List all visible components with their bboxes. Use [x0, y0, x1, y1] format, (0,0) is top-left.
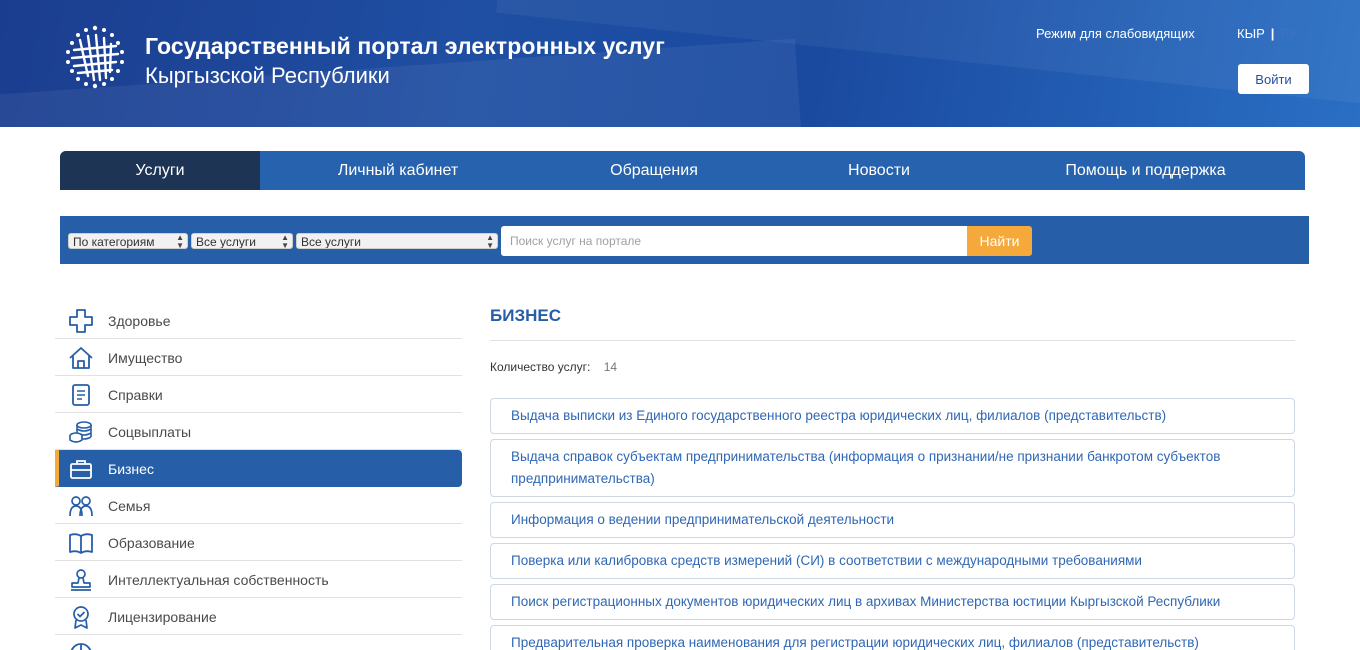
portal-logo-icon[interactable] — [58, 20, 132, 94]
sidebar-item-intellectual-property[interactable]: Интеллектуальная собственность — [55, 561, 462, 598]
stamp-icon — [68, 567, 94, 593]
portal-subtitle: Кыргызской Республики — [145, 63, 390, 88]
lang-separator: | — [1270, 26, 1275, 41]
search-bar: По категориям ▲ ▼ Все услуги ▲ ▼ Все услуг… — [60, 216, 1309, 264]
select-arrows-icon: ▲ ▼ — [281, 233, 289, 249]
award-icon — [68, 604, 94, 630]
nav-item-news[interactable]: Новости — [772, 151, 986, 190]
service-item[interactable]: Поверка или калибровка средств измерений… — [490, 543, 1295, 579]
family-icon — [68, 493, 94, 519]
nav-item-help[interactable]: Помощь и поддержка — [986, 151, 1305, 190]
service-list-select[interactable]: Все услуги ▲ ▼ — [296, 233, 498, 249]
chart-pie-icon — [68, 641, 94, 650]
sidebar-item-label: Имущество — [108, 350, 183, 366]
service-list-value: Все услуги — [301, 235, 361, 249]
select-arrows-icon: ▲ ▼ — [176, 233, 184, 249]
sidebar-item-more[interactable] — [55, 635, 462, 650]
sidebar-item-label: Здоровье — [108, 313, 171, 329]
service-item[interactable]: Выдача справок субъектам предприниматель… — [490, 439, 1295, 497]
main-content: БИЗНЕС Количество услуг: 14 Выдача выпис… — [490, 302, 1295, 650]
sidebar-item-social-payments[interactable]: Соцвыплаты — [55, 413, 462, 450]
lang-ru-link[interactable]: РУ — [1280, 26, 1297, 41]
coins-icon — [68, 419, 94, 445]
language-switcher: КЫР | РУ — [1237, 26, 1297, 41]
sidebar-item-label: Бизнес — [108, 461, 154, 477]
services-count: Количество услуг: 14 — [490, 360, 1295, 374]
sidebar-item-label: Образование — [108, 535, 195, 551]
nav-item-cabinet[interactable]: Личный кабинет — [260, 151, 536, 190]
sidebar-item-label: Семья — [108, 498, 151, 514]
sidebar-item-certificates[interactable]: Справки — [55, 376, 462, 413]
briefcase-icon — [68, 456, 94, 482]
lang-ky-link[interactable]: КЫР — [1237, 26, 1265, 41]
nav-item-services[interactable]: Услуги — [60, 151, 260, 190]
main-nav: Услуги Личный кабинет Обращения Новости … — [60, 151, 1305, 190]
accessibility-mode-link[interactable]: Режим для слабовидящих — [1036, 26, 1195, 41]
sidebar-item-business[interactable]: Бизнес — [55, 450, 462, 487]
sidebar-item-label: Интеллектуальная собственность — [108, 572, 329, 588]
book-icon — [68, 530, 94, 556]
sidebar-item-licensing[interactable]: Лицензирование — [55, 598, 462, 635]
select-arrows-icon: ▲ ▼ — [486, 233, 494, 249]
section-title: БИЗНЕС — [490, 302, 1295, 341]
sidebar-item-label: Справки — [108, 387, 163, 403]
portal-title: Государственный портал электронных услуг — [145, 33, 665, 59]
category-filter-select[interactable]: По категориям ▲ ▼ — [68, 233, 188, 249]
sidebar-item-health[interactable]: Здоровье — [55, 302, 462, 339]
category-filter-value: По категориям — [73, 235, 155, 249]
services-count-label: Количество услуг: — [490, 360, 591, 374]
services-list: Выдача выписки из Единого государственно… — [490, 398, 1295, 650]
sidebar-item-family[interactable]: Семья — [55, 487, 462, 524]
search-button[interactable]: Найти — [967, 226, 1032, 256]
service-item[interactable]: Предварительная проверка наименования дл… — [490, 625, 1295, 650]
house-icon — [68, 345, 94, 371]
services-count-value: 14 — [603, 360, 618, 374]
nav-item-appeals[interactable]: Обращения — [536, 151, 772, 190]
search-input[interactable] — [501, 226, 968, 256]
sidebar-item-label: Лицензирование — [108, 609, 217, 625]
category-sidebar: Здоровье Имущество Справки Соцвыплаты Би… — [55, 302, 462, 650]
service-type-select[interactable]: Все услуги ▲ ▼ — [191, 233, 293, 249]
service-item[interactable]: Поиск регистрационных документов юридиче… — [490, 584, 1295, 620]
service-item[interactable]: Информация о ведении предпринимательской… — [490, 502, 1295, 538]
site-header: Государственный портал электронных услуг… — [0, 0, 1360, 127]
health-cross-icon — [68, 308, 94, 334]
sidebar-item-education[interactable]: Образование — [55, 524, 462, 561]
document-icon — [68, 382, 94, 408]
service-item[interactable]: Выдача выписки из Единого государственно… — [490, 398, 1295, 434]
service-type-value: Все услуги — [196, 235, 256, 249]
sidebar-item-property[interactable]: Имущество — [55, 339, 462, 376]
sidebar-item-label: Соцвыплаты — [108, 424, 192, 440]
login-button[interactable]: Войти — [1238, 64, 1309, 94]
